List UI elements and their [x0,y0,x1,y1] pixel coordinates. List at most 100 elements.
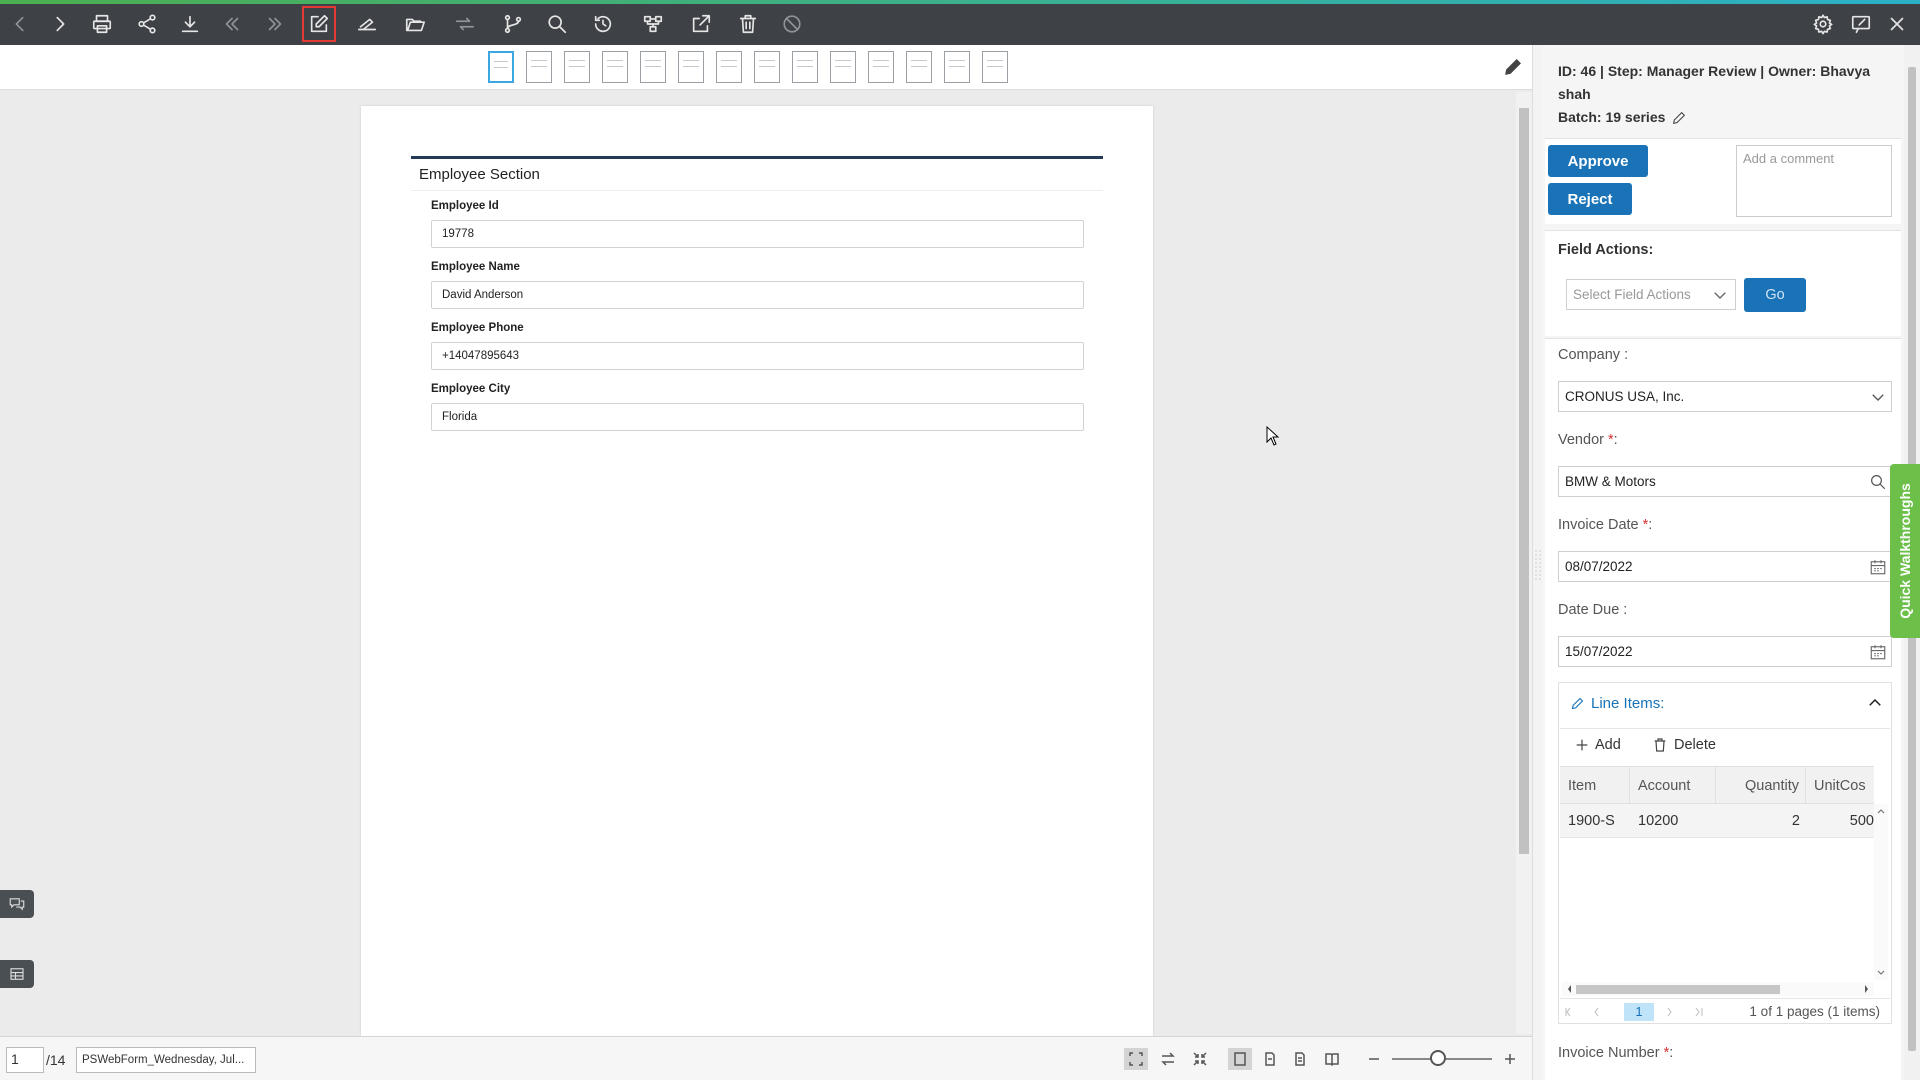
single-page-button[interactable] [1228,1048,1252,1070]
reject-button[interactable]: Reject [1548,183,1632,215]
column-header-unitcost[interactable]: UnitCos [1806,767,1874,805]
grid-horizontal-scrollbar[interactable] [1562,982,1874,996]
pager-next-icons[interactable] [1660,1003,1720,1021]
page-thumbnail[interactable] [526,51,552,83]
zoom-slider-handle[interactable] [1430,1050,1446,1066]
workflow-button[interactable] [636,8,670,40]
edit-button[interactable] [302,6,336,42]
settings-button[interactable] [1806,8,1840,40]
feedback-button[interactable] [1844,8,1878,40]
scroll-right-arrow-icon[interactable] [1862,982,1872,996]
viewer-scroll-thumb[interactable] [1519,108,1529,854]
employee-phone-field[interactable]: +14047895643 [431,342,1084,370]
table-button[interactable] [0,960,34,988]
route-button[interactable] [448,8,482,40]
grid-vertical-scrollbar[interactable] [1874,804,1888,980]
page-thumbnail[interactable] [982,51,1008,83]
page-thumbnail[interactable] [488,51,514,83]
date-due-label: Date Due : [1558,602,1628,618]
panel-splitter[interactable] [1532,45,1542,1080]
line-items-header[interactable]: Line Items: [1560,694,1890,712]
company-label: Company : [1558,347,1629,363]
page-thumbnail[interactable] [868,51,894,83]
date-due-input[interactable]: 15/07/2022 [1558,636,1892,667]
cancel-button[interactable] [775,8,809,40]
calendar-icon[interactable] [1869,643,1887,661]
go-button[interactable]: Go [1744,278,1806,312]
company-select[interactable]: CRONUS USA, Inc. [1558,381,1892,412]
fit-page-button[interactable] [1124,1048,1148,1070]
zoom-in-button[interactable] [1498,1048,1522,1070]
swap-button[interactable] [1156,1048,1180,1070]
back-button[interactable] [3,8,37,40]
scroll-left-arrow-icon[interactable] [1564,982,1574,996]
delete-button[interactable] [731,8,765,40]
export-button[interactable] [684,8,718,40]
signature-button[interactable] [350,8,384,40]
branch-button[interactable] [496,8,530,40]
quick-walkthroughs-tab[interactable]: Quick Walkthroughs [1890,464,1920,638]
first-page-button[interactable] [215,8,249,40]
column-header-account[interactable]: Account [1630,767,1716,805]
page-thumbnail[interactable] [564,51,590,83]
line-items-toolbar: Add Delete [1560,728,1890,766]
delete-row-button[interactable]: Delete [1652,737,1716,753]
page-thumbnail[interactable] [906,51,932,83]
scroll-down-arrow-icon[interactable] [1874,968,1888,978]
invoice-date-input[interactable]: 08/07/2022 [1558,551,1892,582]
page-thumbnail[interactable] [716,51,742,83]
edit-batch-button[interactable] [1671,110,1687,126]
comment-input[interactable]: Add a comment [1736,145,1892,217]
cancel-icon [783,15,801,33]
page-thumbnail[interactable] [830,51,856,83]
file-name-field[interactable]: PSWebForm_Wednesday, Jul... [76,1047,256,1073]
search-icon[interactable] [1869,473,1887,491]
section-underline [411,190,1103,191]
viewer-scrollbar[interactable] [1516,92,1532,1034]
chat-button[interactable] [0,890,34,918]
column-header-item[interactable]: Item [1560,767,1630,805]
employee-city-field[interactable]: Florida [431,403,1084,431]
fit-width-button[interactable] [1188,1048,1212,1070]
page-thumbnail[interactable] [640,51,666,83]
download-button[interactable] [173,8,207,40]
continuous-page-icon [1265,1052,1275,1066]
scroll-up-arrow-icon[interactable] [1874,806,1888,816]
facing-page-button[interactable] [1288,1048,1312,1070]
last-page-button[interactable] [258,8,292,40]
book-view-button[interactable] [1320,1048,1344,1070]
employee-name-field[interactable]: David Anderson [431,281,1084,309]
field-actions-select[interactable]: Select Field Actions [1566,279,1736,310]
vendor-input[interactable]: BMW & Motors [1558,466,1892,497]
page-thumbnail[interactable] [678,51,704,83]
history-button[interactable] [586,8,620,40]
pager-prev-icons[interactable] [1564,1003,1624,1021]
table-row[interactable]: 1900-S 10200 2 500 [1560,804,1874,838]
calendar-icon[interactable] [1869,558,1887,576]
chevron-up-icon[interactable] [1866,694,1884,712]
close-button[interactable] [1880,8,1914,40]
continuous-page-button[interactable] [1258,1048,1282,1070]
minus-icon [1369,1058,1379,1060]
add-row-button[interactable]: Add [1574,737,1621,753]
annotate-button[interactable] [1502,56,1526,80]
search-button[interactable] [540,8,574,40]
thumbnail-strip [0,45,1532,90]
share-button[interactable] [130,8,164,40]
page-thumbnail[interactable] [754,51,780,83]
open-folder-button[interactable] [398,8,432,40]
zoom-out-button[interactable] [1362,1048,1386,1070]
page-thumbnail[interactable] [944,51,970,83]
approve-button[interactable]: Approve [1548,145,1648,177]
page-number-input[interactable]: 1 [6,1047,44,1073]
forward-button[interactable] [43,8,77,40]
pager-current-page[interactable]: 1 [1624,1003,1654,1021]
field-actions-placeholder: Select Field Actions [1573,287,1691,302]
employee-id-field[interactable]: 19778 [431,220,1084,248]
column-header-quantity[interactable]: Quantity [1716,767,1806,805]
page-thumbnail[interactable] [602,51,628,83]
page-thumbnail[interactable] [792,51,818,83]
print-button[interactable] [85,8,119,40]
line-items-label: Line Items: [1591,694,1665,712]
grid-hscroll-thumb[interactable] [1576,985,1780,994]
